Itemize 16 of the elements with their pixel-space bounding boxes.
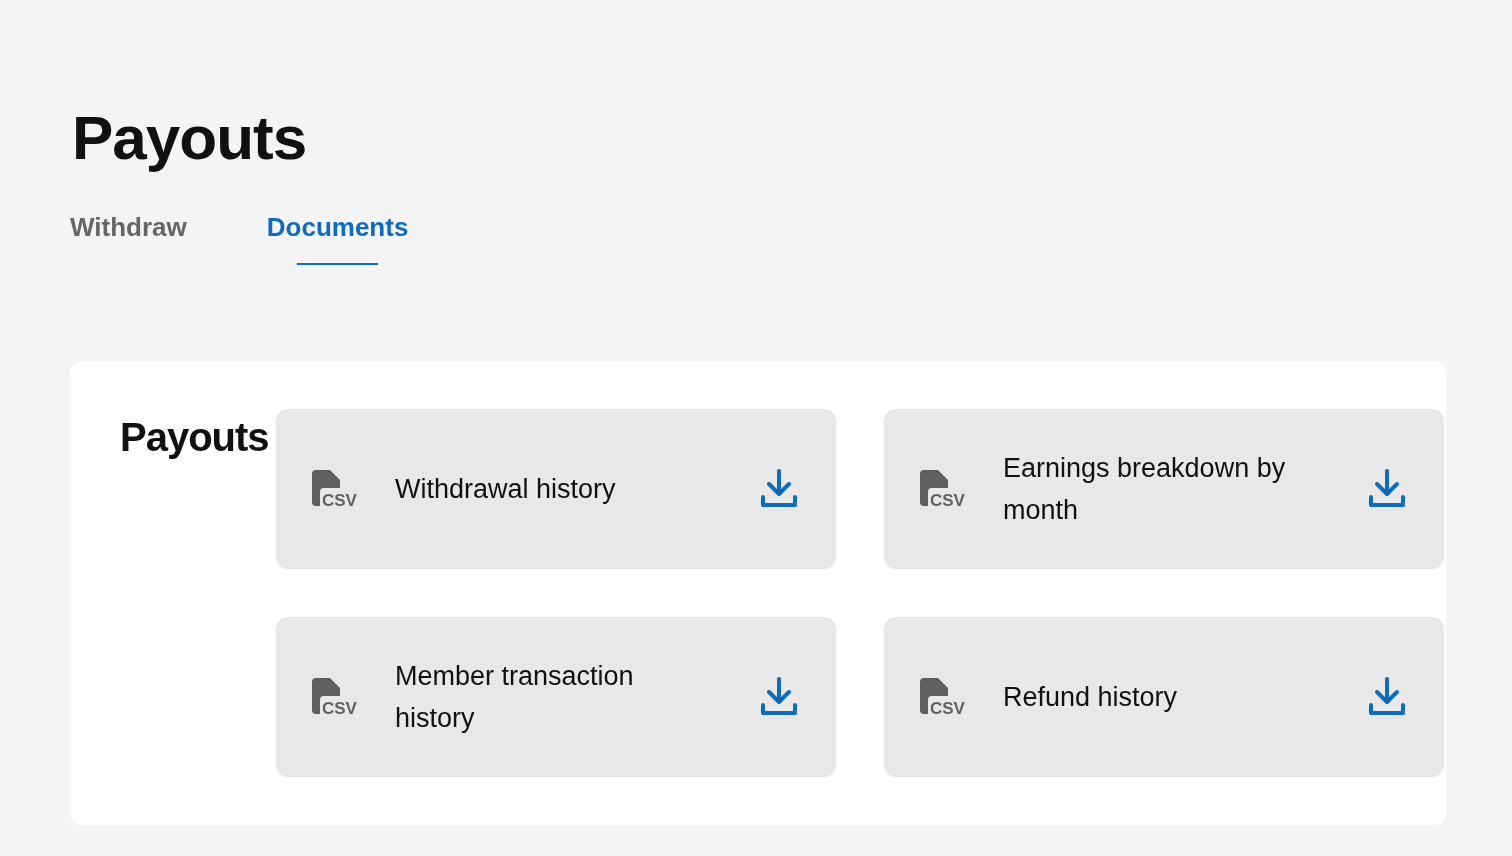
tab[interactable]: Documents — [266, 212, 409, 265]
document-name: Member transaction history — [395, 660, 635, 735]
document-name: Withdrawal history — [395, 473, 617, 506]
download-icon[interactable] — [1368, 677, 1406, 717]
page-title: Payouts — [72, 102, 308, 174]
tab[interactable]: Withdraw — [70, 212, 187, 265]
document-name: Refund history — [1003, 681, 1179, 714]
download-icon[interactable] — [1368, 469, 1406, 509]
document-tile[interactable]: CSV Member transaction history — [276, 617, 836, 777]
download-icon[interactable] — [760, 469, 798, 509]
document-name: Earnings breakdown by month — [1003, 452, 1287, 527]
document-tile[interactable]: CSV Withdrawal history — [276, 409, 836, 569]
download-icon[interactable] — [760, 677, 798, 717]
document-tile[interactable]: CSV Refund history — [884, 617, 1444, 777]
section-heading: Payouts — [120, 415, 270, 460]
document-tile[interactable]: CSV Earnings breakdown by month — [884, 409, 1444, 569]
